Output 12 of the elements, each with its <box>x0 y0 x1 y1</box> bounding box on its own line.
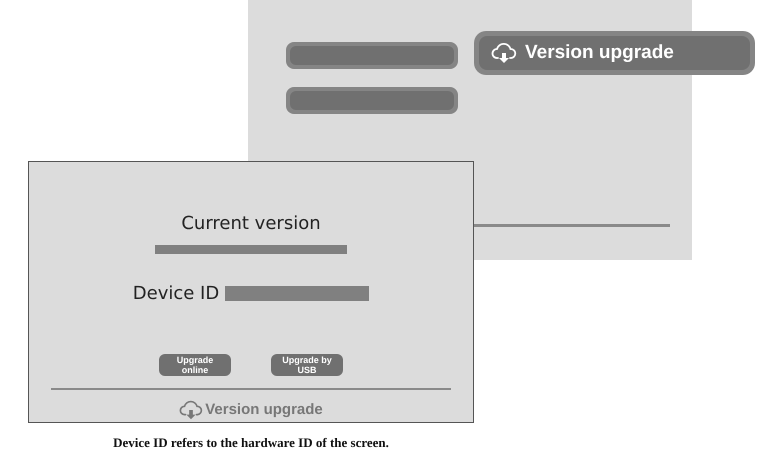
menu-item[interactable] <box>286 87 458 114</box>
menu-item-label: Version upgrade <box>525 40 674 65</box>
cloud-download-icon <box>491 40 517 66</box>
cloud-download-icon <box>179 398 204 422</box>
upgrade-button[interactable]: Upgrade by USB <box>271 354 343 376</box>
current-version-label: Current version <box>181 212 321 236</box>
dialog-title: Version upgrade <box>205 400 323 420</box>
device-id-label: Device ID <box>132 282 220 306</box>
upgrade-button[interactable]: Upgrade online <box>159 354 231 376</box>
caption: Device ID refers to the hardware ID of the screen. <box>113 434 389 452</box>
menu-item[interactable]: Version upgrade <box>474 31 755 75</box>
menu-item[interactable] <box>286 42 458 69</box>
